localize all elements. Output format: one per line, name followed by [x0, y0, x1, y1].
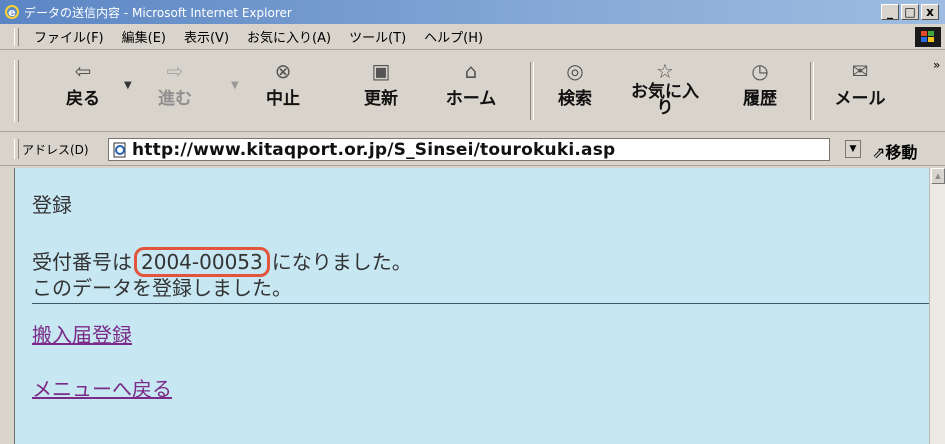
- toolbar-grip[interactable]: [14, 139, 19, 159]
- back-button[interactable]: ⇦ 戻る: [48, 58, 118, 109]
- close-button[interactable]: x: [921, 4, 939, 20]
- receipt-prefix: 受付番号は: [32, 250, 132, 274]
- address-url: http://www.kitaqport.or.jp/S_Sinsei/tour…: [132, 139, 616, 160]
- home-button[interactable]: ⌂ ホーム: [431, 58, 511, 109]
- scroll-up-icon[interactable]: ▲: [931, 168, 945, 184]
- refresh-button[interactable]: ▣ 更新: [346, 58, 416, 109]
- forward-dropdown-icon[interactable]: ▼: [231, 80, 239, 91]
- link-back-to-menu[interactable]: メニューへ戻る: [32, 373, 172, 402]
- page-heading: 登録: [32, 193, 72, 217]
- menu-favorites[interactable]: お気に入り(A): [238, 27, 340, 46]
- registered-message: このデータを登録しました。: [32, 276, 292, 300]
- go-arrow-icon: ⇗: [872, 143, 886, 162]
- history-button[interactable]: ◷ 履歴: [725, 58, 795, 109]
- title-bar: e データの送信内容 - Microsoft Internet Explorer…: [0, 0, 945, 24]
- toolbar-grip[interactable]: [14, 60, 19, 122]
- mail-icon: ✉: [851, 59, 869, 83]
- maximize-button[interactable]: □: [901, 4, 919, 20]
- standard-toolbar: ⇦ 戻る ▼ ⇨ 進む ▼ ⊗ 中止 ▣ 更新 ⌂ ホーム ◎ 検索 ☆ お気に…: [0, 50, 945, 132]
- link-register-delivery[interactable]: 搬入届登録: [32, 319, 132, 348]
- vertical-scrollbar[interactable]: ▲: [929, 168, 945, 444]
- stop-button[interactable]: ⊗ 中止: [248, 58, 318, 109]
- ie-logo-icon: e: [5, 5, 19, 19]
- svg-text:e: e: [8, 6, 15, 19]
- menu-edit[interactable]: 編集(E): [113, 27, 175, 46]
- toolbar-separator: [530, 62, 534, 120]
- menu-tools[interactable]: ツール(T): [340, 27, 415, 46]
- stop-icon: ⊗: [274, 59, 292, 83]
- forward-button[interactable]: ⇨ 進む: [140, 58, 210, 109]
- menu-bar: ファイル(F) 編集(E) 表示(V) お気に入り(A) ツール(T) ヘルプ(…: [0, 24, 945, 50]
- page-icon: [113, 142, 126, 157]
- forward-arrow-icon: ⇨: [166, 59, 184, 83]
- mail-button[interactable]: ✉ メール: [825, 58, 895, 109]
- back-arrow-icon: ⇦: [74, 59, 92, 83]
- address-label: アドレス(D): [22, 143, 89, 157]
- address-input[interactable]: http://www.kitaqport.or.jp/S_Sinsei/tour…: [108, 138, 830, 161]
- address-bar: アドレス(D) http://www.kitaqport.or.jp/S_Sin…: [0, 132, 945, 166]
- back-dropdown-icon[interactable]: ▼: [124, 80, 132, 91]
- receipt-suffix: になりました。: [271, 250, 412, 274]
- toolbar-separator: [810, 62, 814, 120]
- search-button[interactable]: ◎ 検索: [540, 58, 610, 109]
- menu-help[interactable]: ヘルプ(H): [415, 27, 492, 46]
- more-chevron[interactable]: »: [933, 58, 940, 72]
- search-icon: ◎: [566, 59, 584, 83]
- window-title: データの送信内容 - Microsoft Internet Explorer: [24, 5, 292, 20]
- page-content: 登録 受付番号は 2004-00053 になりました。 このデータを登録しました。 …: [14, 168, 932, 444]
- history-icon: ◷: [751, 59, 769, 83]
- go-button[interactable]: ⇗移動: [872, 139, 917, 163]
- favorites-button[interactable]: ☆ お気に入 り: [620, 58, 710, 117]
- toolbar-grip[interactable]: [14, 27, 19, 46]
- menu-view[interactable]: 表示(V): [175, 27, 238, 46]
- minimize-button[interactable]: _: [881, 4, 899, 20]
- windows-logo-icon: [915, 27, 941, 47]
- refresh-icon: ▣: [371, 59, 391, 83]
- address-dropdown-icon[interactable]: ▼: [845, 140, 861, 158]
- home-icon: ⌂: [464, 59, 478, 83]
- favorites-icon: ☆: [656, 59, 674, 83]
- menu-file[interactable]: ファイル(F): [25, 27, 113, 46]
- divider: [32, 303, 932, 304]
